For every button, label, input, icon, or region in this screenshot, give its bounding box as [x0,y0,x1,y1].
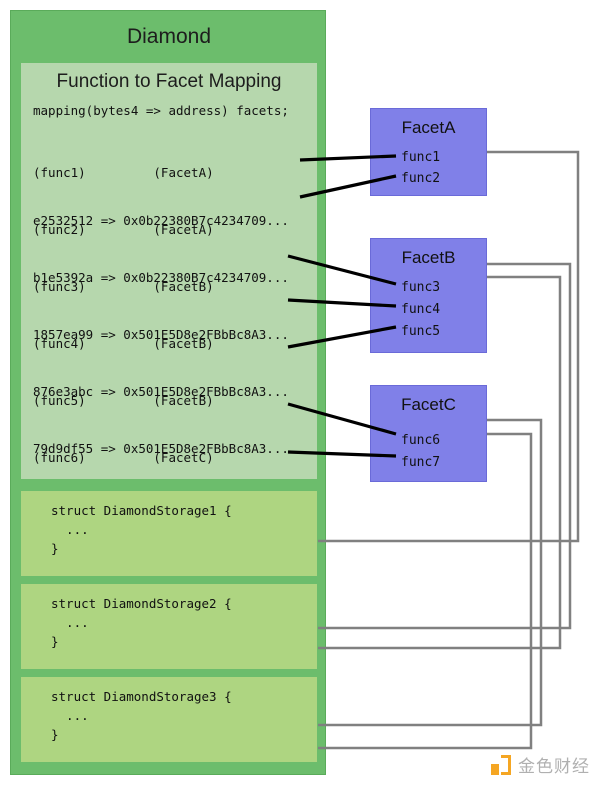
facet-box-faceta: FacetA func1 func2 [370,108,487,196]
mapping-entry-3-labels: (func3) (FacetB) [33,279,214,294]
facet-box-facetb: FacetB func3 func4 func5 [370,238,487,353]
jinse-logo-icon [491,754,511,775]
function-to-facet-mapping-panel: Function to Facet Mapping mapping(bytes4… [21,63,317,570]
storage-box-diamondstorage2: struct DiamondStorage2 { ... } [21,584,317,669]
facet-box-facetc: FacetC func6 func7 [370,385,487,482]
facet-title-faceta: FacetA [401,118,456,137]
storage-code-2: struct DiamondStorage2 { ... } [51,596,232,649]
facet-function-func6: func6 [401,433,441,448]
watermark: 金色财经 [491,752,590,777]
facet-function-func2: func2 [401,171,441,186]
facet-title-facetb: FacetB [401,248,456,267]
mapping-entry-1-labels: (func1) (FacetA) [33,165,214,180]
storage-box-diamondstorage1: struct DiamondStorage1 { ... } [21,491,317,576]
storage-code-1: struct DiamondStorage1 { ... } [51,503,232,556]
facet-function-func4: func4 [401,302,441,317]
mapping-entry-6-labels: (func6) (FacetC) [33,450,214,465]
diamond-title: Diamond [126,25,212,48]
mapping-panel-title: Function to Facet Mapping [56,71,282,92]
diamond-container: Diamond Function to Facet Mapping mappin… [10,10,326,775]
facet-function-func7: func7 [401,455,441,470]
watermark-text: 金色财经 [518,757,590,777]
mapping-entry-5-labels: (func5) (FacetB) [33,393,214,408]
mapping-declaration: mapping(bytes4 => address) facets; [33,103,289,118]
diagram-canvas: Diamond Function to Facet Mapping mappin… [0,0,600,785]
facet-function-func1: func1 [401,150,441,165]
facet-function-func3: func3 [401,280,441,295]
facet-title-facetc: FacetC [401,395,456,414]
storage-box-diamondstorage3: struct DiamondStorage3 { ... } [21,677,317,762]
mapping-entry-2-labels: (func2) (FacetA) [33,222,214,237]
mapping-entry-4-labels: (func4) (FacetB) [33,336,214,351]
storage-code-3: struct DiamondStorage3 { ... } [51,689,232,742]
facet-function-func5: func5 [401,324,441,339]
